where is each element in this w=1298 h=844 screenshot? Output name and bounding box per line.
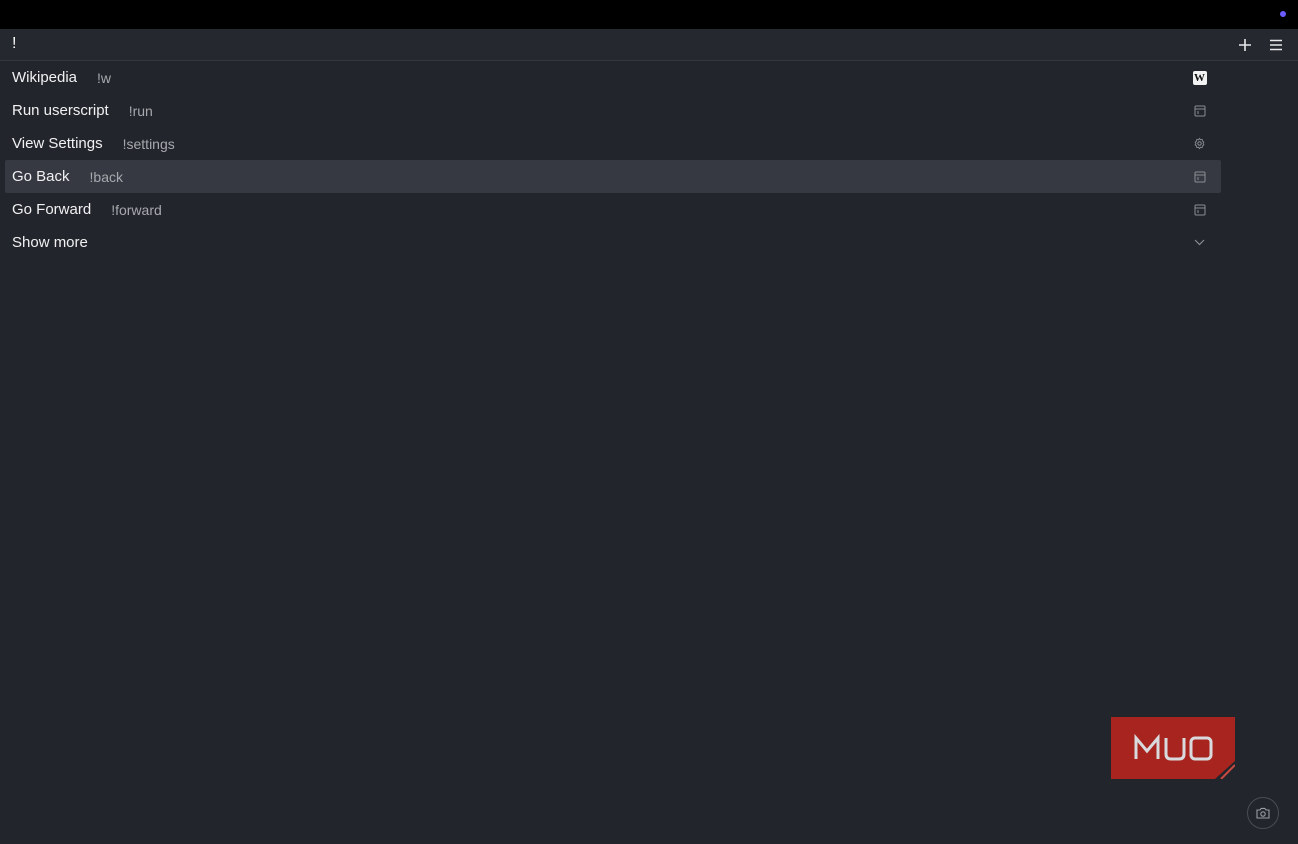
results-list: Wikipedia !w W Run userscript !run View … xyxy=(5,61,1221,259)
panel-icon xyxy=(1192,202,1207,217)
result-title: Wikipedia xyxy=(12,69,78,86)
result-shortcut: !settings xyxy=(122,135,175,152)
plus-icon xyxy=(1239,39,1251,51)
status-dot-indicator xyxy=(1280,11,1286,17)
result-title: Go Forward xyxy=(12,201,92,218)
panel-icon xyxy=(1192,103,1207,118)
result-row-go-back[interactable]: Go Back !back xyxy=(5,160,1221,193)
show-more-row[interactable]: Show more xyxy=(5,226,1221,259)
wikipedia-icon: W xyxy=(1192,70,1207,85)
screenshot-button[interactable] xyxy=(1247,797,1279,829)
result-row-go-forward[interactable]: Go Forward !forward xyxy=(5,193,1221,226)
hamburger-menu-icon xyxy=(1270,39,1282,51)
result-title: Go Back xyxy=(12,168,70,185)
result-shortcut: !forward xyxy=(111,201,162,218)
result-shortcut: !run xyxy=(128,102,153,119)
result-title: View Settings xyxy=(12,135,103,152)
result-row-run-userscript[interactable]: Run userscript !run xyxy=(5,94,1221,127)
menu-button[interactable] xyxy=(1266,35,1286,55)
camera-icon xyxy=(1256,807,1270,819)
command-bar xyxy=(0,29,1298,61)
result-row-view-settings[interactable]: View Settings !settings xyxy=(5,127,1221,160)
gear-icon xyxy=(1192,136,1207,151)
wikipedia-letter: W xyxy=(1192,70,1207,85)
window-top-bar xyxy=(0,0,1298,29)
show-more-label: Show more xyxy=(12,234,88,251)
result-shortcut: !back xyxy=(89,168,123,185)
result-row-wikipedia[interactable]: Wikipedia !w W xyxy=(5,61,1221,94)
result-shortcut: !w xyxy=(97,69,112,86)
chevron-down-icon xyxy=(1192,235,1207,250)
panel-icon xyxy=(1192,169,1207,184)
result-title: Run userscript xyxy=(12,102,109,119)
muo-watermark-logo xyxy=(1111,717,1235,779)
command-input[interactable] xyxy=(10,33,1214,55)
new-tab-button[interactable] xyxy=(1235,35,1255,55)
